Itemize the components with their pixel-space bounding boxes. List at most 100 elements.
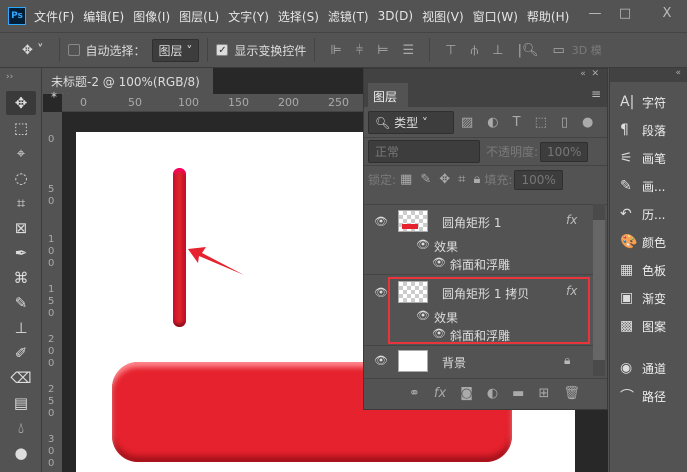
effect-name: 斜面和浮雕 bbox=[450, 329, 511, 343]
quick-select-tool-icon[interactable]: ◌ bbox=[6, 166, 36, 190]
layers-scrollbar[interactable] bbox=[593, 204, 605, 376]
collapse-icon[interactable]: « bbox=[580, 69, 586, 79]
panel-menu-icon[interactable]: ≡ bbox=[591, 87, 601, 101]
fx-icon[interactable]: fx bbox=[566, 213, 577, 227]
crop-tool-icon[interactable]: ⌗ bbox=[6, 191, 36, 215]
panel-label: 历... bbox=[642, 207, 666, 222]
vertical-rounded-rectangle[interactable] bbox=[173, 168, 186, 327]
panel-history[interactable]: ↶ 历... bbox=[610, 200, 687, 228]
add-mask-icon[interactable]: ◙ bbox=[460, 386, 473, 401]
marquee-tool-icon[interactable]: ⬚ bbox=[6, 116, 36, 140]
menu-layer[interactable]: 图层(L) bbox=[179, 8, 219, 25]
lock-transparent-icon[interactable]: ▦ bbox=[400, 172, 412, 187]
menu-image[interactable]: 图像(I) bbox=[133, 8, 170, 25]
panel-paths[interactable]: ⌒ 路径 bbox=[610, 382, 687, 410]
panel-label: 颜色 bbox=[642, 235, 667, 250]
maximize-button[interactable]: □ bbox=[614, 6, 636, 21]
add-style-icon[interactable]: fx bbox=[434, 386, 446, 401]
auto-select-target-dropdown[interactable]: 图层 ˅ bbox=[151, 38, 200, 62]
lock-pixels-icon[interactable]: ✎ bbox=[420, 172, 431, 187]
close-panel-icon[interactable]: ✕ bbox=[591, 69, 599, 79]
tab-layers[interactable]: 图层 bbox=[368, 83, 408, 107]
layer-row[interactable]: 👁︎ 背景 🔒︎ bbox=[364, 347, 594, 377]
panel-paragraph[interactable]: ¶ 段落 bbox=[610, 116, 687, 144]
opacity-field[interactable]: 100% bbox=[540, 141, 589, 162]
lasso-tool-icon[interactable]: ⌖ bbox=[6, 141, 36, 165]
effect-eye-icon[interactable]: 👁︎ bbox=[432, 256, 446, 269]
link-layers-icon[interactable]: ⚭ bbox=[409, 386, 420, 401]
eyedropper-tool-icon[interactable]: ✒ bbox=[6, 241, 36, 265]
filter-smart-object-icon[interactable]: ▯ bbox=[561, 115, 568, 130]
align-top-icon[interactable]: ⊤ bbox=[445, 43, 456, 58]
menu-3d[interactable]: 3D(D) bbox=[378, 9, 413, 23]
effect-eye-icon[interactable]: 👁︎ bbox=[432, 327, 446, 340]
search-icon[interactable]: |🔍︎ bbox=[518, 43, 539, 58]
move-tool-icon[interactable]: ✥ bbox=[6, 91, 36, 115]
effects-eye-icon[interactable]: 👁︎ bbox=[416, 238, 430, 251]
frame-tool-icon[interactable]: ⊠ bbox=[6, 216, 36, 240]
close-button[interactable]: X bbox=[656, 6, 678, 21]
panel-character[interactable]: A| 字符 bbox=[610, 88, 687, 116]
fx-icon[interactable]: fx bbox=[566, 284, 577, 298]
panel-patterns[interactable]: ▩ 图案 bbox=[610, 312, 687, 340]
panel-brushes[interactable]: ✎ 画... bbox=[610, 172, 687, 200]
gradient-tool-icon[interactable]: ▤ bbox=[6, 391, 36, 415]
blend-mode-dropdown[interactable]: 正常 bbox=[368, 140, 480, 163]
align-vcenter-icon[interactable]: ⫛ bbox=[471, 43, 479, 58]
history-brush-tool-icon[interactable]: ✐ bbox=[6, 341, 36, 365]
brush-tool-icon[interactable]: ✎ bbox=[6, 291, 36, 315]
stamp-tool-icon[interactable]: ⊥ bbox=[6, 316, 36, 340]
expand-icon[interactable]: ›› bbox=[0, 68, 41, 90]
menu-file[interactable]: 文件(F) bbox=[34, 8, 74, 25]
menu-window[interactable]: 窗口(W) bbox=[473, 8, 518, 25]
new-group-icon[interactable]: ▬ bbox=[512, 386, 524, 401]
lock-artboard-icon[interactable]: ⌗ bbox=[458, 172, 465, 187]
panel-swatches[interactable]: ▦ 色板 bbox=[610, 256, 687, 284]
menu-edit[interactable]: 编辑(E) bbox=[83, 8, 124, 25]
menu-select[interactable]: 选择(S) bbox=[278, 8, 319, 25]
filter-kind-dropdown[interactable]: 🔍︎ 类型 ˅ bbox=[368, 110, 454, 134]
show-transform-checkbox[interactable]: ✓ bbox=[216, 44, 229, 56]
menu-filter[interactable]: 滤镜(T) bbox=[328, 8, 369, 25]
panel-color[interactable]: 🎨 颜色 bbox=[610, 228, 687, 256]
delete-layer-icon[interactable]: 🗑︎ bbox=[563, 386, 580, 401]
align-hcenter-icon[interactable]: ⫩ bbox=[356, 43, 363, 58]
align-bottom-icon[interactable]: ⊥ bbox=[492, 43, 503, 58]
adjustment-layer-icon[interactable]: ◐ bbox=[487, 386, 498, 401]
new-layer-icon[interactable]: ⊞ bbox=[538, 386, 549, 401]
filter-shape-icon[interactable]: ⬚ bbox=[535, 115, 547, 130]
panel-channels[interactable]: ◉ 通道 bbox=[610, 354, 687, 382]
blur-tool-icon[interactable]: 💧︎ bbox=[6, 416, 36, 440]
collapse-icon[interactable]: « bbox=[610, 68, 687, 82]
effects-eye-icon[interactable]: 👁︎ bbox=[416, 309, 430, 322]
visibility-eye-icon[interactable]: 👁︎ bbox=[374, 286, 388, 299]
filter-type-icon[interactable]: T bbox=[513, 115, 521, 130]
filter-toggle-icon[interactable]: ● bbox=[582, 115, 593, 130]
workspace-icon[interactable]: ▭ bbox=[552, 43, 564, 58]
menu-view[interactable]: 视图(V) bbox=[422, 8, 464, 25]
minimize-button[interactable]: — bbox=[584, 6, 606, 21]
align-left-icon[interactable]: ⊫ bbox=[330, 43, 341, 58]
document-tab[interactable]: 未标题-2 @ 100%(RGB/8) * × bbox=[43, 68, 213, 104]
menu-type[interactable]: 文字(Y) bbox=[228, 8, 269, 25]
move-tool-icon[interactable]: ✥ ˅ bbox=[22, 43, 44, 58]
panel-brush-settings[interactable]: ⚟ 画笔 bbox=[610, 144, 687, 172]
distribute-icon[interactable]: ☰ bbox=[403, 43, 415, 58]
eraser-tool-icon[interactable]: ⌫ bbox=[6, 366, 36, 390]
align-right-icon[interactable]: ⊨ bbox=[377, 43, 388, 58]
3d-mode-label[interactable]: 3D 模 bbox=[572, 42, 602, 58]
dodge-tool-icon[interactable]: ● bbox=[6, 441, 36, 465]
panel-gradient[interactable]: ▣ 渐变 bbox=[610, 284, 687, 312]
visibility-eye-icon[interactable]: 👁︎ bbox=[374, 354, 388, 367]
layer-row[interactable]: 👁︎ 圆角矩形 1 fx 👁︎ 效果 👁︎ 斜面和浮雕 bbox=[364, 205, 594, 275]
healing-tool-icon[interactable]: ⌘ bbox=[6, 266, 36, 290]
fill-field[interactable]: 100% bbox=[514, 169, 563, 190]
layer-row-selected[interactable]: 👁︎ 圆角矩形 1 拷贝 fx 👁︎ 效果 👁︎ 斜面和浮雕 bbox=[364, 276, 594, 346]
lock-position-icon[interactable]: ✥ bbox=[439, 172, 450, 187]
menu-help[interactable]: 帮助(H) bbox=[527, 8, 569, 25]
lock-all-icon[interactable]: 🔒︎ bbox=[473, 172, 480, 187]
auto-select-checkbox[interactable] bbox=[67, 44, 80, 56]
filter-adjustment-icon[interactable]: ◐ bbox=[487, 115, 498, 130]
filter-pixel-icon[interactable]: ▨ bbox=[461, 115, 473, 130]
visibility-eye-icon[interactable]: 👁︎ bbox=[374, 215, 388, 228]
